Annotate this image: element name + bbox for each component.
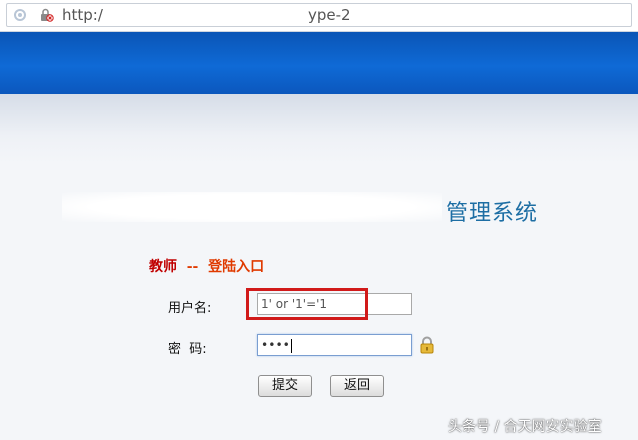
submit-button[interactable]: 提交	[258, 375, 312, 397]
insecure-lock-icon[interactable]	[38, 7, 54, 23]
username-input[interactable]: 1' or '1'='1	[257, 293, 412, 315]
url-suffix: ype-2	[308, 6, 351, 24]
refresh-icon[interactable]	[14, 9, 26, 21]
padlock-icon	[420, 336, 434, 354]
browser-address-bar: http:/ ype-2	[0, 0, 638, 32]
text-caret	[290, 338, 292, 353]
site-header-banner	[0, 32, 638, 94]
watermark-text: 头条号 / 合天网安实验室	[448, 419, 602, 435]
login-separator: --	[186, 259, 199, 275]
header-shadow	[0, 94, 638, 164]
url-prefix: http:/	[62, 6, 103, 24]
title-redaction	[62, 192, 442, 222]
login-entry: 登陆入口	[208, 259, 265, 275]
login-heading: 教师 -- 登陆入口	[149, 256, 264, 276]
username-label: 用户名:	[168, 301, 212, 316]
login-role: 教师	[149, 259, 177, 275]
password-mask: ••••	[261, 338, 290, 352]
password-input[interactable]: ••••	[257, 334, 412, 356]
system-title: 管理系统	[446, 201, 539, 226]
password-label: 密 码:	[168, 342, 207, 357]
back-button[interactable]: 返回	[330, 375, 384, 397]
url-redaction	[112, 8, 308, 24]
